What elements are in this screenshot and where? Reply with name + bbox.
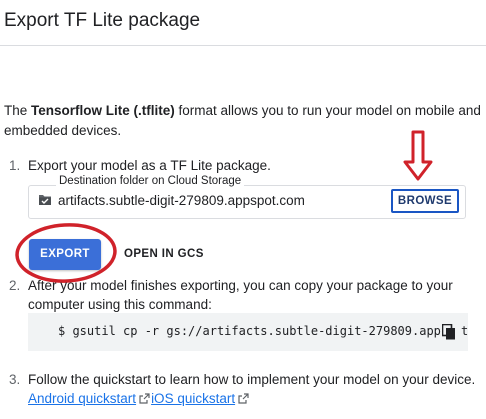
destination-label: Destination folder on Cloud Storage [56, 175, 245, 187]
command-text-tail: t [461, 324, 468, 338]
step-3-number: 3. [9, 372, 21, 387]
folder-icon [39, 195, 51, 205]
ios-quickstart-link[interactable]: iOS quickstart [151, 391, 235, 406]
command-box: $ gsutil cp -r gs://artifacts.subtle-dig… [28, 313, 468, 351]
copy-icon[interactable] [442, 324, 456, 340]
export-dialog: Export TF Lite package The Tensorflow Li… [0, 0, 486, 419]
title-divider [0, 45, 486, 46]
intro-prefix: The [4, 103, 32, 118]
command-text: $ gsutil cp -r gs://artifacts.subtle-dig… [58, 324, 441, 338]
browse-button[interactable]: BROWSE [391, 189, 459, 213]
quickstart-links: Android quickstart iOS quickstart [28, 389, 250, 409]
open-in-gcs-button[interactable]: OPEN IN GCS [118, 239, 210, 270]
step-1-number: 1. [9, 158, 21, 173]
format-name: Tensorflow Lite (.tflite) [31, 103, 175, 118]
annotation-down-arrow [403, 130, 433, 181]
step-1-text: Export your model as a TF Lite package. [28, 158, 271, 173]
step-2-number: 2. [9, 278, 21, 293]
step-3-text: Follow the quickstart to learn how to im… [28, 372, 476, 387]
step-2-text-line2: computer using this command: [28, 297, 212, 312]
android-quickstart-link[interactable]: Android quickstart [28, 391, 136, 406]
destination-value: artifacts.subtle-digit-279809.appspot.co… [58, 193, 305, 208]
dialog-title: Export TF Lite package [4, 10, 201, 31]
external-link-icon [238, 393, 249, 404]
annotation-circle [15, 223, 117, 283]
step-2-text-line1: After your model finishes exporting, you… [28, 278, 453, 293]
external-link-icon [139, 393, 150, 404]
